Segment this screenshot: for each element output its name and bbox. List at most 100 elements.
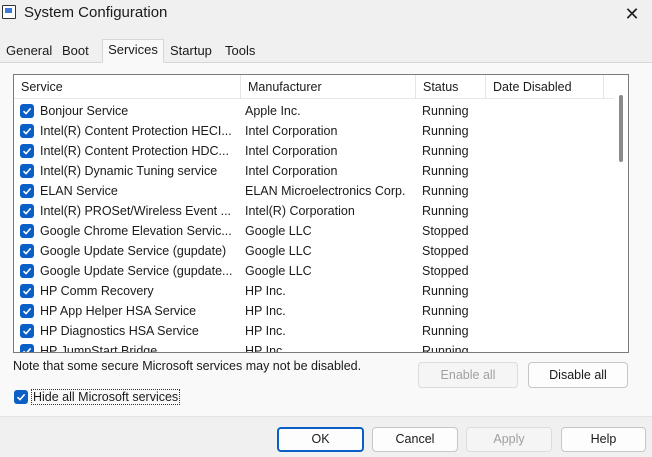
table-row[interactable]: HP Comm Recovery HP Inc. Running [14,281,614,301]
column-header-status[interactable]: Status [416,75,486,99]
service-checkbox[interactable] [20,324,34,338]
service-manufacturer: HP Inc. [245,304,286,318]
table-row[interactable]: Bonjour Service Apple Inc. Running [14,101,614,121]
service-name: Google Update Service (gupdate... [40,264,233,278]
checkmark-icon [22,107,32,115]
close-icon[interactable]: ✕ [612,0,652,28]
checkmark-icon [22,287,32,295]
checkmark-icon [22,127,32,135]
title-bar: System Configuration ✕ [0,0,652,30]
checkmark-icon [22,267,32,275]
services-panel: Service Manufacturer Status Date Disable… [0,63,652,417]
service-name: Intel(R) Dynamic Tuning service [40,164,218,178]
checkmark-icon [22,187,32,195]
service-checkbox[interactable] [20,344,34,352]
checkmark-icon [22,167,32,175]
service-checkbox[interactable] [20,264,34,278]
table-row[interactable]: Intel(R) Content Protection HECI... Intel… [14,121,614,141]
service-status: Running [422,284,469,298]
list-header: Service Manufacturer Status Date Disable… [14,75,614,99]
service-name: Google Update Service (gupdate) [40,244,227,258]
service-checkbox[interactable] [20,144,34,158]
service-status: Running [422,124,469,138]
service-status: Running [422,304,469,318]
service-manufacturer: HP Inc. [245,344,286,353]
checkmark-icon [22,207,32,215]
service-status: Running [422,324,469,338]
service-manufacturer: Intel Corporation [245,124,338,138]
column-header-manufacturer[interactable]: Manufacturer [241,75,416,99]
service-name: HP JumpStart Bridge [40,344,158,353]
help-button[interactable]: Help [561,427,646,452]
tab-startup[interactable]: Startup [166,42,216,62]
table-row[interactable]: Google Chrome Elevation Servic... Google … [14,221,614,241]
table-row[interactable]: HP JumpStart Bridge HP Inc. Running [14,341,614,353]
checkmark-icon [22,307,32,315]
tab-services[interactable]: Services [102,39,164,63]
service-status: Stopped [422,264,469,278]
checkmark-icon [22,347,32,352]
table-row[interactable]: Intel(R) Dynamic Tuning service Intel Cor… [14,161,614,181]
service-checkbox[interactable] [20,224,34,238]
checkmark-icon [22,147,32,155]
table-row[interactable]: Intel(R) Content Protection HDC... Intel … [14,141,614,161]
cancel-button[interactable]: Cancel [372,427,458,452]
service-status: Running [422,204,469,218]
column-header-date-disabled[interactable]: Date Disabled [486,75,604,99]
service-manufacturer: ELAN Microelectronics Corp. [245,184,406,198]
hide-microsoft-label[interactable]: Hide all Microsoft services [31,389,181,405]
service-name: Intel(R) PROSet/Wireless Event ... [40,204,232,218]
service-manufacturer: Intel Corporation [245,164,338,178]
enable-all-button[interactable]: Enable all [418,362,518,388]
service-name: Intel(R) Content Protection HECI... [40,124,232,138]
service-status: Running [422,164,469,178]
service-checkbox[interactable] [20,124,34,138]
ok-button[interactable]: OK [277,427,364,452]
disable-all-button[interactable]: Disable all [528,362,628,388]
service-manufacturer: Intel(R) Corporation [245,204,355,218]
column-header-service[interactable]: Service [14,75,241,99]
service-name: Bonjour Service [40,104,129,118]
service-manufacturer: HP Inc. [245,324,286,338]
service-status: Running [422,344,469,353]
secure-services-note: Note that some secure Microsoft services… [13,359,362,373]
service-manufacturer: Google LLC [245,244,312,258]
service-name: Intel(R) Content Protection HDC... [40,144,229,158]
table-row[interactable]: Intel(R) PROSet/Wireless Event ... Intel(… [14,201,614,221]
checkmark-icon [22,227,32,235]
service-manufacturer: Intel Corporation [245,144,338,158]
service-status: Running [422,144,469,158]
service-status: Stopped [422,224,469,238]
tab-bar: General Boot Services Startup Tools [0,39,652,63]
service-checkbox[interactable] [20,184,34,198]
table-row[interactable]: Google Update Service (gupdate) Google LL… [14,241,614,261]
vertical-scrollbar[interactable] [614,75,628,352]
service-manufacturer: Google LLC [245,264,312,278]
table-row[interactable]: Google Update Service (gupdate... Google … [14,261,614,281]
checkmark-icon [22,247,32,255]
service-name: HP Comm Recovery [40,284,154,298]
service-manufacturer: HP Inc. [245,284,286,298]
service-checkbox[interactable] [20,244,34,258]
service-manufacturer: Google LLC [245,224,312,238]
tab-boot[interactable]: Boot [58,42,93,62]
service-status: Running [422,184,469,198]
service-name: ELAN Service [40,184,118,198]
table-row[interactable]: HP Diagnostics HSA Service HP Inc. Running [14,321,614,341]
service-checkbox[interactable] [20,104,34,118]
service-checkbox[interactable] [20,284,34,298]
apply-button[interactable]: Apply [466,427,552,452]
table-row[interactable]: ELAN Service ELAN Microelectronics Corp. R… [14,181,614,201]
scrollbar-thumb[interactable] [619,95,623,162]
service-status: Running [422,104,469,118]
service-checkbox[interactable] [20,164,34,178]
tab-tools[interactable]: Tools [221,42,259,62]
services-list: Service Manufacturer Status Date Disable… [13,74,629,353]
service-name: HP Diagnostics HSA Service [40,324,199,338]
tab-general[interactable]: General [2,42,56,62]
table-row[interactable]: HP App Helper HSA Service HP Inc. Running [14,301,614,321]
hide-microsoft-checkbox[interactable] [14,390,28,404]
service-checkbox[interactable] [20,204,34,218]
service-checkbox[interactable] [20,304,34,318]
service-manufacturer: Apple Inc. [245,104,301,118]
